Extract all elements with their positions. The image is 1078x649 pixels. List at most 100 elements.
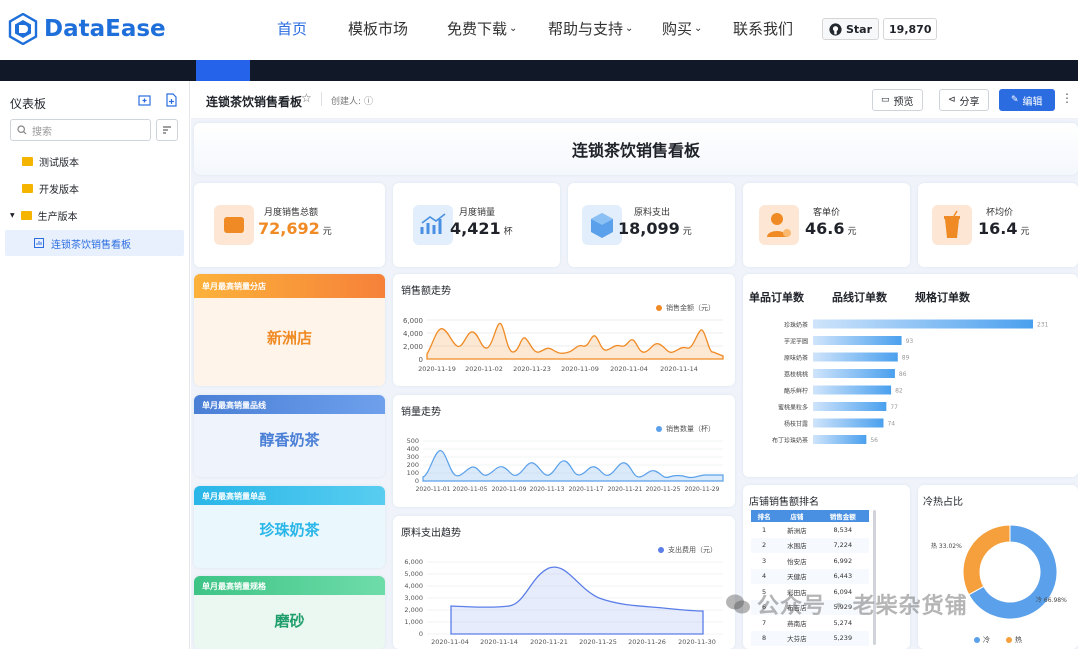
table-row: 1 新洲店 8,534 bbox=[751, 522, 869, 538]
sidebar-search-input[interactable]: 搜索 bbox=[10, 119, 151, 141]
chevron-down-icon: ⌄ bbox=[625, 23, 634, 34]
bar[interactable] bbox=[813, 402, 887, 411]
new-folder-icon[interactable] bbox=[138, 94, 151, 106]
info-icon[interactable]: ⓘ bbox=[364, 94, 373, 107]
star-favorite-icon[interactable]: ☆ bbox=[301, 91, 312, 105]
kpi-unit: 元 bbox=[847, 227, 857, 237]
bar-value-label: 74 bbox=[887, 421, 895, 428]
divider bbox=[321, 92, 322, 106]
customer-icon bbox=[759, 205, 799, 245]
creator-label: 创建人: bbox=[331, 97, 362, 107]
brand-logo[interactable]: DataEase bbox=[8, 10, 166, 48]
kpi-unit: 元 bbox=[682, 227, 692, 237]
kpi-value: 18,099 元 bbox=[618, 219, 692, 238]
pie-label-cold: 冷 66.98% bbox=[1036, 597, 1067, 604]
chevron-down-icon: ⌄ bbox=[694, 23, 703, 34]
highlight-header: 单月最高销量分店 bbox=[194, 274, 385, 298]
x-tick: 2020-11-19 bbox=[418, 365, 456, 373]
x-tick: 2020-11-30 bbox=[678, 638, 716, 646]
bar-value-label: 231 bbox=[1037, 322, 1049, 329]
sidebar-item-prod[interactable]: ▼ 生产版本 bbox=[0, 202, 190, 228]
table-cell: 1 bbox=[762, 525, 767, 534]
sort-button[interactable] bbox=[156, 119, 178, 141]
folder-icon bbox=[22, 156, 33, 166]
sidebar-title: 仪表板 bbox=[10, 97, 47, 111]
table-header[interactable]: 排名 bbox=[751, 510, 778, 522]
preview-button[interactable]: ▭ 预览 bbox=[872, 89, 923, 111]
bar[interactable] bbox=[813, 435, 867, 444]
table-cell: 水围店 bbox=[777, 537, 817, 553]
kpi-value: 46.6 元 bbox=[805, 219, 857, 238]
kpi-card-avg-cup: 杯均价 16.4 元 bbox=[918, 183, 1078, 267]
site-navbar: DataEase 首页 模板市场 免费下载 ⌄ 帮助与支持 ⌄ 购买 ⌄ 联系我们 S… bbox=[0, 0, 1078, 60]
folder-icon bbox=[20, 210, 32, 220]
table-header[interactable]: 销售金额 bbox=[816, 510, 869, 522]
y-tick: 6,000 bbox=[403, 317, 423, 325]
y-tick: 400 bbox=[407, 445, 419, 453]
table-cell: 新洲店 bbox=[787, 526, 807, 535]
bar[interactable] bbox=[813, 369, 895, 378]
kpi-card-avg-order: 客单价 46.6 元 bbox=[743, 183, 910, 267]
brand-name: DataEase bbox=[44, 16, 166, 42]
bar[interactable] bbox=[813, 418, 884, 428]
bar-category-label: 酪乐鲜柠 bbox=[784, 387, 808, 395]
sidebar-item-test[interactable]: 测试版本 bbox=[0, 148, 190, 174]
hot-cold-card: 冷热占比 热 33.02% 冷 66.98% 冷 热 bbox=[918, 485, 1078, 649]
bar[interactable] bbox=[813, 352, 898, 362]
github-star-widget[interactable]: Star 19,870 bbox=[822, 18, 938, 40]
app-topbar bbox=[0, 60, 1078, 81]
sidebar-item-label: 生产版本 bbox=[37, 211, 78, 223]
new-dashboard-icon[interactable] bbox=[165, 93, 177, 107]
table-header[interactable]: 店铺 bbox=[777, 510, 817, 522]
sidebar-item-dev[interactable]: 开发版本 bbox=[0, 175, 190, 201]
bar-value-label: 77 bbox=[890, 404, 898, 411]
highlight-card-line: 单月最高销量品线 醇香奶茶 bbox=[194, 395, 385, 477]
nav-buy[interactable]: 购买 ⌄ bbox=[662, 18, 702, 39]
table-cell: 6,443 bbox=[816, 568, 869, 584]
nav-contact-label: 联系我们 bbox=[733, 20, 794, 38]
bar-category-label: 原味奶茶 bbox=[784, 354, 808, 362]
highlight-card-spec: 单月最高销量规格 磨砂 bbox=[194, 576, 385, 649]
table-cell: 3 bbox=[762, 556, 767, 565]
search-placeholder: 搜索 bbox=[32, 126, 52, 138]
highlight-header: 单月最高销量品线 bbox=[194, 395, 385, 414]
dashboard-title: 连锁茶饮销售看板 bbox=[571, 141, 700, 160]
more-menu-icon[interactable]: ⋮ bbox=[1061, 91, 1073, 105]
nav-download[interactable]: 免费下载 ⌄ bbox=[447, 18, 517, 39]
nav-download-label: 免费下载 bbox=[447, 20, 508, 38]
edit-button[interactable]: ✎ 编辑 bbox=[999, 89, 1055, 111]
nav-home[interactable]: 首页 bbox=[277, 18, 307, 39]
nav-help-label: 帮助与支持 bbox=[548, 20, 624, 38]
highlight-value: 珍珠奶茶 bbox=[259, 521, 320, 539]
y-tick: 1,000 bbox=[404, 618, 423, 626]
y-tick: 5,000 bbox=[404, 570, 423, 578]
github-star-count: 19,870 bbox=[883, 18, 938, 40]
table-cell: 5,239 bbox=[816, 630, 869, 646]
bar[interactable] bbox=[813, 319, 1033, 329]
cost-trend-plot: 6,000 5,000 4,000 3,000 2,000 1,000 0 20… bbox=[404, 558, 723, 646]
x-tick: 2020-11-14 bbox=[480, 638, 518, 646]
nav-help[interactable]: 帮助与支持 ⌄ bbox=[548, 18, 633, 39]
kpi-label: 杯均价 bbox=[986, 208, 1014, 218]
nav-template-market[interactable]: 模板市场 bbox=[348, 18, 408, 39]
github-star-button[interactable]: Star bbox=[822, 18, 880, 40]
sidebar-item-dashboard[interactable]: 连锁茶饮销售看板 bbox=[5, 230, 184, 256]
sales-trend-area bbox=[426, 322, 724, 360]
table-row: 3 怡安店 6,992 bbox=[751, 553, 869, 569]
table-scrollbar[interactable] bbox=[873, 510, 876, 645]
share-button[interactable]: ⊲ 分享 bbox=[939, 89, 989, 111]
bar-value-label: 56 bbox=[870, 437, 878, 444]
pie-slice-hot[interactable] bbox=[962, 524, 1011, 596]
edit-pencil-icon: ✎ bbox=[1011, 95, 1019, 105]
app-active-tab[interactable] bbox=[196, 60, 250, 81]
kpi-value: 16.4 元 bbox=[978, 219, 1030, 238]
kpi-unit: 杯 bbox=[503, 227, 513, 237]
nav-contact[interactable]: 联系我们 bbox=[733, 18, 793, 39]
volume-trend-area bbox=[422, 450, 724, 482]
table-row: 8 大芬店 5,239 bbox=[751, 630, 869, 646]
hot-cold-donut bbox=[962, 524, 1058, 620]
bar[interactable] bbox=[813, 336, 902, 345]
dashboard-canvas: 连锁茶饮销售看板 月度销售总额 72,692 元 月度销量 4,421 杯 原料支出… bbox=[191, 119, 1078, 649]
edit-label: 编辑 bbox=[1022, 96, 1043, 108]
bar[interactable] bbox=[813, 385, 892, 395]
